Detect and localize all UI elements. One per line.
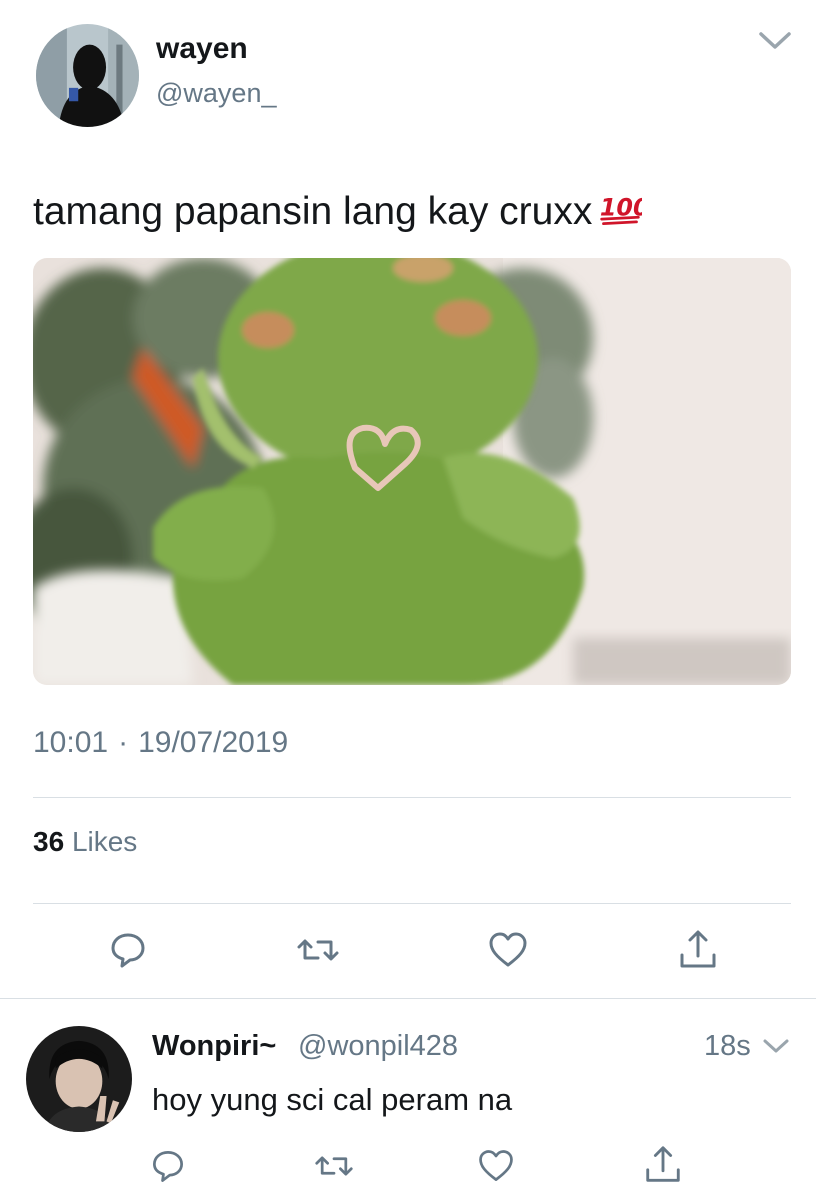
retweet-icon xyxy=(297,939,339,961)
reply-share-button[interactable] xyxy=(642,1144,684,1186)
tweet-media-image[interactable] xyxy=(33,258,791,685)
retweet-button[interactable] xyxy=(296,928,340,972)
chevron-down-icon[interactable] xyxy=(758,28,792,52)
share-icon xyxy=(680,930,716,968)
reply-author-name[interactable]: Wonpiri~ xyxy=(152,1030,276,1063)
reply-author-avatar[interactable] xyxy=(26,1026,132,1132)
reply-icon xyxy=(153,1151,183,1182)
reply-author-handle[interactable]: @wonpil428 xyxy=(298,1030,458,1063)
retweet-icon xyxy=(315,1156,353,1176)
divider xyxy=(33,903,791,904)
reply-reply-button[interactable] xyxy=(148,1146,188,1186)
reply-text: hoy yung sci cal peram na xyxy=(152,1082,513,1117)
tweet-date: 19/07/2019 xyxy=(138,726,289,759)
separator-dot: · xyxy=(118,726,129,759)
tweet-text: tamang papansin lang kay cruxx 100 xyxy=(33,190,650,238)
reply-button[interactable] xyxy=(106,928,150,972)
likes-label: Likes xyxy=(71,826,138,857)
share-icon xyxy=(646,1146,680,1182)
reply-icon xyxy=(111,933,145,968)
tweet-time: 10:01 xyxy=(33,726,109,759)
heart-icon xyxy=(489,932,527,967)
divider xyxy=(33,797,791,798)
tweet-timestamp[interactable]: 10:01 · 19/07/2019 xyxy=(33,726,288,760)
divider xyxy=(0,998,816,999)
tweet-text-content: tamang papansin lang kay cruxx xyxy=(33,190,593,233)
author-avatar[interactable] xyxy=(36,24,139,127)
reply-retweet-button[interactable] xyxy=(314,1146,354,1186)
share-button[interactable] xyxy=(676,928,720,972)
hundred-points-icon: 100 xyxy=(598,190,650,238)
reply-time: 18s xyxy=(704,1030,751,1062)
like-button[interactable] xyxy=(486,928,530,972)
likes-count: 36 xyxy=(33,826,65,857)
likes-stat[interactable]: 36 Likes xyxy=(33,826,137,858)
chevron-down-icon[interactable] xyxy=(762,1036,790,1056)
author-name[interactable]: wayen xyxy=(156,32,248,66)
reply-like-button[interactable] xyxy=(476,1146,516,1186)
heart-icon xyxy=(479,1150,513,1181)
author-handle[interactable]: @wayen_ xyxy=(156,78,276,109)
